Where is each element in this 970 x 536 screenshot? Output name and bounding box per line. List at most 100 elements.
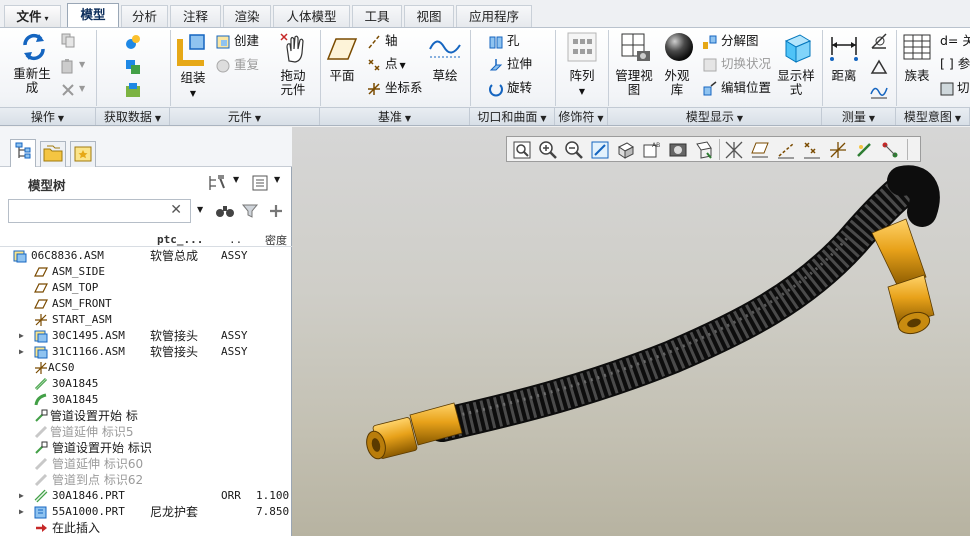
chevron-down-icon[interactable]: ▼ — [79, 84, 85, 93]
paste-icon[interactable] — [60, 58, 76, 74]
tab-render[interactable]: 渲染 — [223, 5, 271, 27]
copy-geometry-icon[interactable] — [124, 58, 142, 76]
relations-button[interactable]: d= 关 — [940, 31, 970, 51]
parameters-button[interactable]: [ ] 参 — [940, 54, 970, 74]
tree-row-routing-feature[interactable]: 管道延伸 标识5 — [0, 424, 292, 440]
delete-icon[interactable] — [60, 82, 76, 98]
show-columns-icon[interactable] — [251, 174, 269, 192]
axis-button[interactable]: 轴 — [366, 31, 398, 51]
group-get-data[interactable]: 获取数据 ▼ — [96, 107, 170, 125]
switch-button[interactable]: 切 — [940, 78, 970, 98]
appearance-gallery-button[interactable]: 外观库 — [662, 31, 696, 97]
tree-row-routing-feature[interactable]: 管道设置开始 标 — [0, 408, 292, 424]
expand-arrow-icon[interactable]: ▶ — [19, 488, 24, 504]
tree-row-insert-here[interactable]: 在此插入 — [0, 520, 292, 536]
graphics-viewport[interactable]: AB — [292, 127, 970, 536]
tab-manikin[interactable]: 人体模型 — [273, 5, 350, 27]
angle-measure-icon[interactable] — [870, 32, 888, 50]
tree-row-routing-feature[interactable]: 管道到点 标识62 — [0, 472, 292, 488]
tree-row-root-assembly[interactable]: 06C8836.ASM 软管总成 ASSY — [0, 248, 292, 264]
tab-annotate[interactable]: 注释 — [170, 5, 221, 27]
tree-row-csys[interactable]: START_ASM — [0, 312, 292, 328]
find-binoculars-icon[interactable] — [215, 202, 235, 220]
user-defined-feature-icon[interactable] — [124, 33, 142, 51]
tree-row-part[interactable]: ▶ 30A1846.PRT ORR 1.100 — [0, 488, 292, 504]
tree-row-part[interactable]: ▶ 55A1000.PRT 尼龙护套 7.850 — [0, 504, 292, 520]
tree-search-input[interactable]: ✕ — [8, 199, 191, 223]
chevron-down-icon[interactable]: ▼ — [190, 89, 196, 98]
tree-row-csys[interactable]: ACS0 — [0, 360, 292, 376]
plane-button[interactable]: 平面 — [326, 31, 358, 83]
tab-applications[interactable]: 应用程序 — [456, 5, 532, 27]
tab-view[interactable]: 视图 — [404, 5, 454, 27]
column-ptc[interactable]: ptc_... — [157, 233, 203, 246]
revolve-button[interactable]: 旋转 — [488, 78, 532, 98]
group-component[interactable]: 元件 ▼ — [170, 107, 320, 125]
group-model-intent[interactable]: 模型意图 ▼ — [896, 107, 970, 125]
revolve-label: 旋转 — [507, 80, 533, 95]
add-icon[interactable] — [268, 203, 284, 219]
tree-row-pipe-line[interactable]: 30A1845 — [0, 392, 292, 408]
tab-folder-browser[interactable] — [40, 141, 66, 167]
clear-search-icon[interactable]: ✕ — [170, 202, 182, 218]
tab-model[interactable]: 模型 — [67, 3, 119, 27]
assemble-button[interactable]: 组装 ▼ — [172, 31, 214, 101]
distance-button[interactable]: 距离 — [826, 31, 862, 83]
tree-row-datum-plane[interactable]: ASM_FRONT — [0, 296, 292, 312]
chevron-down-icon[interactable]: ▼ — [233, 175, 239, 184]
tree-row-routing-feature[interactable]: 管道延伸 标识60 — [0, 456, 292, 472]
column-density[interactable]: 密度 — [265, 232, 287, 248]
group-measure[interactable]: 测量 ▼ — [822, 107, 896, 125]
drag-components-button[interactable]: 拖动元件 — [278, 31, 312, 97]
repeat-button[interactable]: 重复 — [215, 55, 259, 75]
point-button[interactable]: 点 ▼ — [366, 54, 406, 74]
tree-row-pipe-line[interactable]: 30A1845 — [0, 376, 292, 392]
extrude-button[interactable]: 拉伸 — [488, 54, 532, 74]
filter-icon[interactable] — [241, 202, 259, 220]
toggle-status-button[interactable]: 切换状况 — [702, 54, 771, 74]
csys-button[interactable]: 坐标系 — [366, 78, 423, 98]
group-cut-surface[interactable]: 切口和曲面 ▼ — [470, 107, 555, 125]
chevron-down-icon[interactable]: ▼ — [274, 175, 280, 184]
exploded-view-button[interactable]: 分解图 — [702, 31, 759, 51]
tab-tools[interactable]: 工具 — [352, 5, 402, 27]
expand-arrow-icon[interactable]: ▶ — [19, 328, 24, 344]
tree-row-datum-plane[interactable]: ASM_SIDE — [0, 264, 292, 280]
group-modifiers[interactable]: 修饰符 ▼ — [555, 107, 608, 125]
tab-favorites[interactable] — [70, 141, 96, 167]
group-datum[interactable]: 基准 ▼ — [320, 107, 470, 125]
tab-analysis[interactable]: 分析 — [121, 5, 168, 27]
create-component-button[interactable]: 创建 — [215, 31, 259, 51]
group-model-display[interactable]: 模型显示 ▼ — [608, 107, 822, 125]
chevron-down-icon[interactable]: ▼ — [79, 60, 85, 69]
tab-model-tree[interactable] — [10, 139, 36, 167]
sketch-button[interactable]: 草绘 — [428, 31, 462, 83]
manage-views-button[interactable]: 管理视图 — [614, 31, 658, 97]
tree-row-sub-assembly[interactable]: ▶ 31C1166.ASM 软管接头 ASSY — [0, 344, 292, 360]
chevron-down-icon[interactable]: ▼ — [400, 61, 406, 70]
edit-position-button[interactable]: 编辑位置 — [702, 78, 771, 98]
hole-button[interactable]: 孔 — [488, 31, 520, 51]
tree-row-sub-assembly[interactable]: ▶ 30C1495.ASM 软管接头 ASSY — [0, 328, 292, 344]
tab-file[interactable]: 文件 ▾ — [4, 5, 61, 27]
pattern-button[interactable]: 阵列 ▼ — [562, 31, 602, 99]
model-tree-title: 模型树 — [28, 178, 66, 193]
expand-arrow-icon[interactable]: ▶ — [19, 504, 24, 520]
axis-label: 轴 — [385, 33, 398, 48]
copy-icon[interactable] — [60, 32, 76, 48]
tree-row-datum-plane[interactable]: ASM_TOP — [0, 280, 292, 296]
display-style-button[interactable]: 显示样式 — [776, 31, 818, 97]
chevron-down-icon[interactable]: ▼ — [579, 87, 585, 96]
tree-row-routing-feature[interactable]: 管道设置开始 标识 — [0, 440, 292, 456]
shrinkwrap-icon[interactable] — [124, 82, 142, 100]
area-measure-icon[interactable] — [870, 58, 888, 76]
hose-assembly-model[interactable] — [292, 127, 970, 536]
group-operations[interactable]: 操作 ▼ — [0, 107, 96, 125]
curve-analysis-icon[interactable] — [870, 82, 888, 100]
chevron-down-icon[interactable]: ▼ — [197, 205, 203, 214]
family-table-button[interactable]: 族表 — [900, 31, 934, 83]
column-type[interactable]: .. — [229, 233, 242, 246]
tree-settings-icon[interactable] — [208, 174, 228, 192]
regenerate-button[interactable]: 重新生成 — [12, 31, 56, 95]
expand-arrow-icon[interactable]: ▶ — [19, 344, 24, 360]
